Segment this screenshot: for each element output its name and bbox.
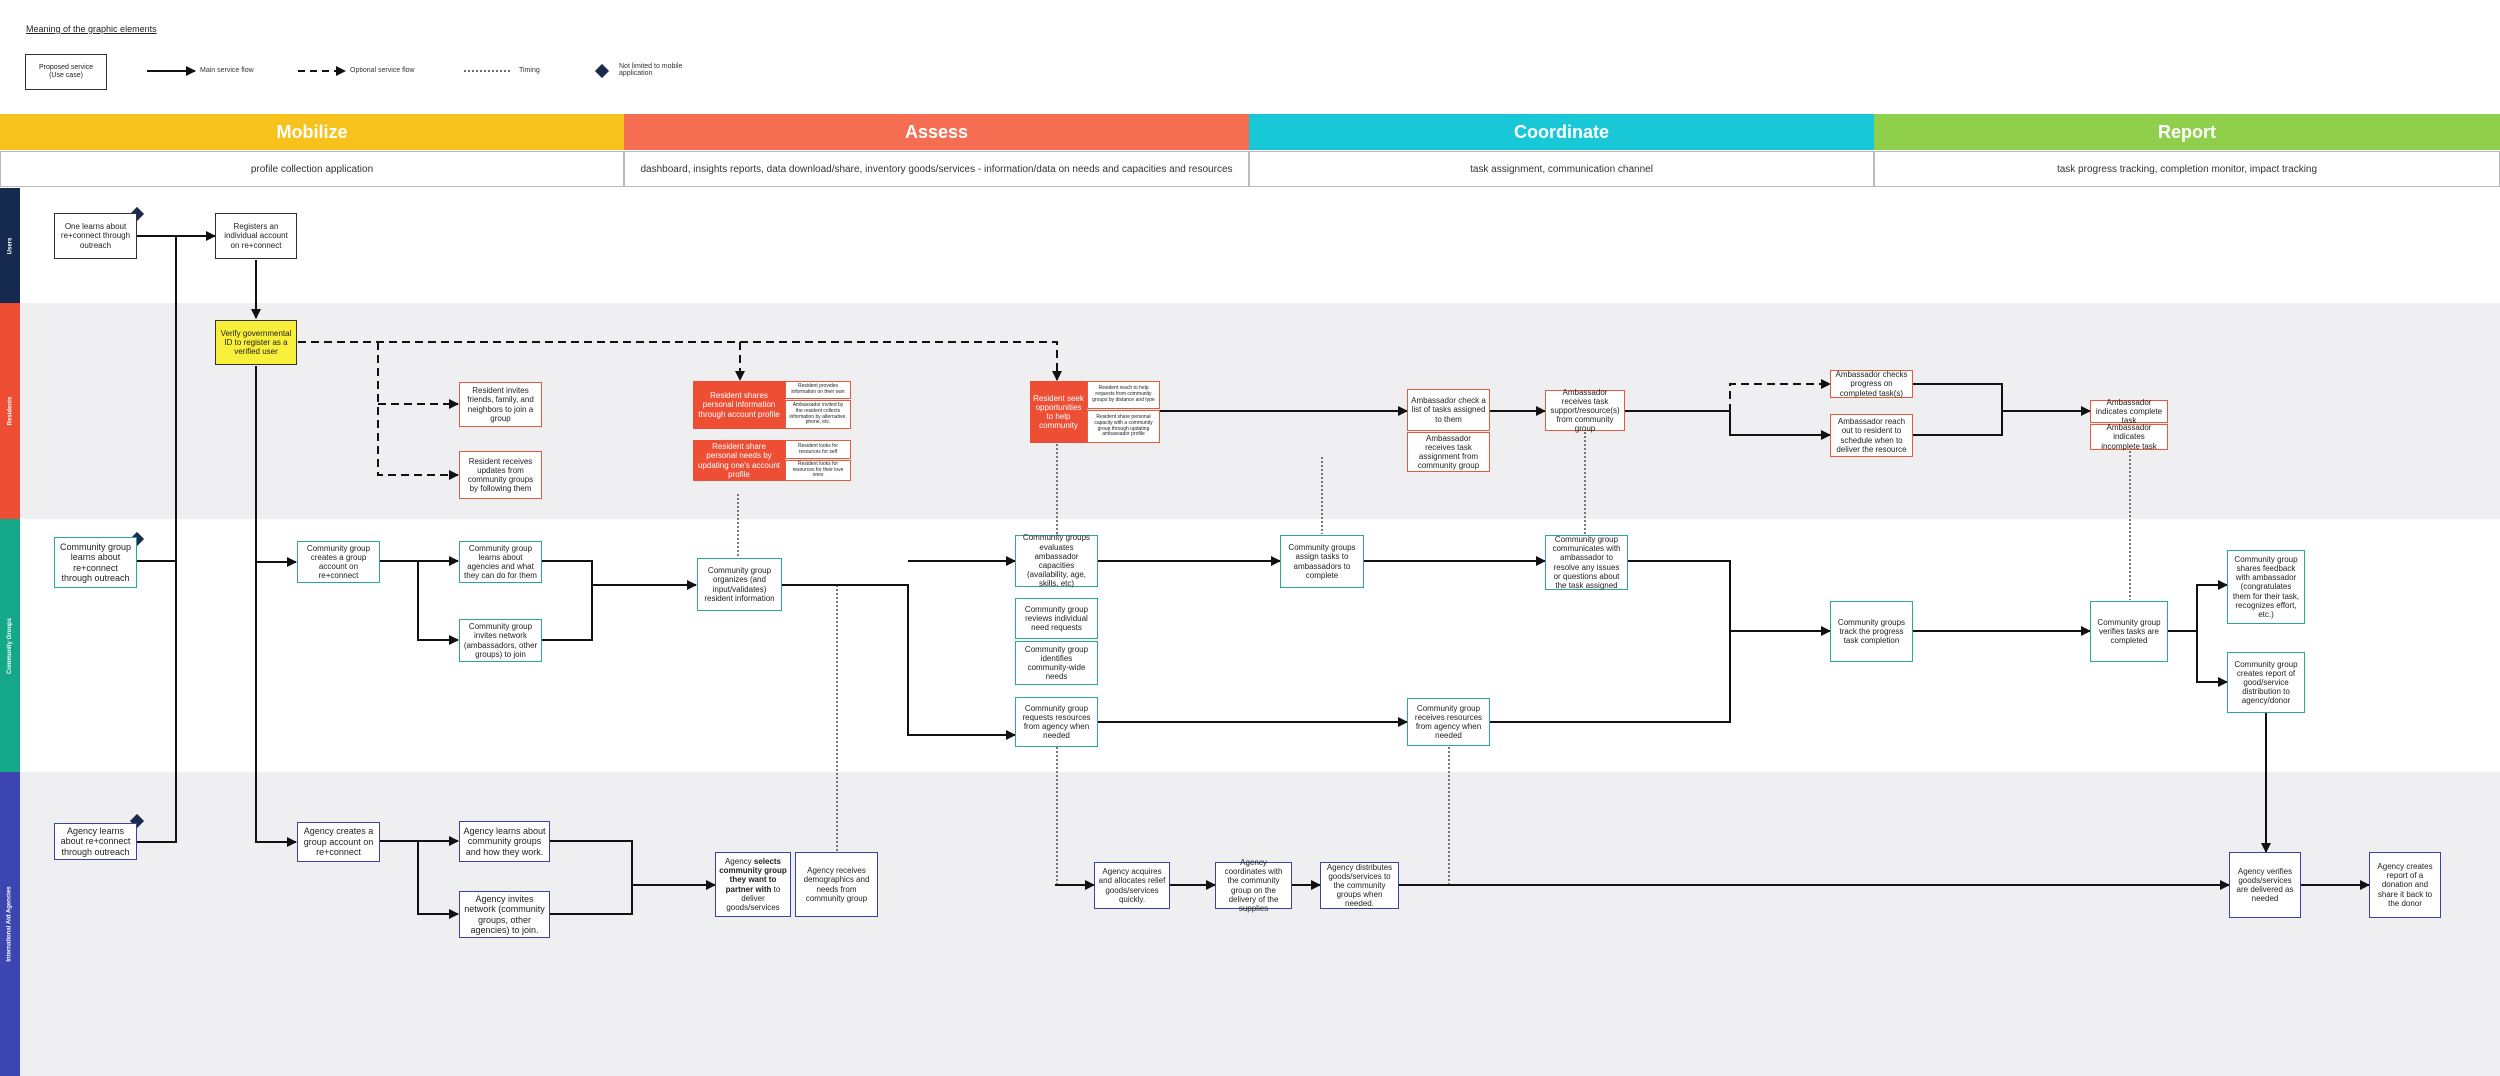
- node-cg-requests: Community group requests resources from …: [1015, 697, 1098, 747]
- lane-label-users: Users: [7, 237, 13, 254]
- lane-band-agencies: [0, 772, 2500, 1076]
- node-cg-reviews: Community group reviews individual need …: [1015, 598, 1098, 639]
- node-resident-shares-needs: Resident share personal needs by updatin…: [693, 440, 785, 481]
- node-cg-assign: Community groups assign tasks to ambassa…: [1280, 535, 1364, 588]
- node-agency-verifies: Agency verifies goods/services are deliv…: [2229, 852, 2301, 918]
- node-resident-seeks-a: Resident reach to help requests from com…: [1087, 381, 1160, 409]
- node-ambassador-incomplete: Ambassador indicates incomplete task: [2090, 423, 2168, 451]
- node-resident-seeks-b: Resident share personal capacity with a …: [1087, 410, 1160, 443]
- node-ambassador-complete: Ambassador indicates complete task: [2090, 398, 2168, 425]
- node-resident-seeks: Resident seek opportunities to help comm…: [1030, 381, 1087, 443]
- legend-not-limited-label: Not limited to mobile application: [619, 63, 683, 77]
- node-agency-coordinates: Agency coordinates with the community gr…: [1215, 858, 1292, 913]
- node-cg-evaluates: Community groups evaluates ambassador ca…: [1015, 533, 1098, 588]
- node-resident-shares-info: Resident shares personal information thr…: [693, 381, 785, 429]
- node-resident-shares-needs-a: Resident looks for resources for self: [785, 440, 851, 459]
- node-ambassador-reach-out: Ambassador reach out to resident to sche…: [1830, 414, 1913, 457]
- node-agency-learns-groups: Agency learns about community groups and…: [459, 821, 550, 862]
- node-agency-creates-account: Agency creates a group account on re+con…: [297, 822, 380, 862]
- node-resident-shares-info-a: Resident provides information on their o…: [785, 381, 851, 399]
- phase-assess: Assess: [624, 114, 1249, 150]
- phase-assess-subtitle: dashboard, insights reports, data downlo…: [624, 151, 1249, 187]
- phase-coordinate-subtitle: task assignment, communication channel: [1249, 151, 1874, 187]
- node-resident-shares-needs-b: Resident looks for resources for their l…: [785, 460, 851, 481]
- node-ambassador-receives-assignment: Ambassador receives task assignment from…: [1407, 432, 1490, 472]
- node-cg-creates-account: Community group creates a group account …: [297, 541, 380, 583]
- legend-title: Meaning of the graphic elements: [26, 24, 157, 34]
- node-ambassador-receives-support: Ambassador receives task support/resourc…: [1545, 388, 1625, 433]
- node-resident-updates: Resident receives updates from community…: [459, 451, 542, 499]
- phase-mobilize: Mobilize: [0, 114, 624, 150]
- node-agency-invites: Agency invites network (community groups…: [459, 891, 550, 938]
- lane-label-community: Community Groups: [7, 617, 14, 674]
- node-cg-feedback: Community group shares feedback with amb…: [2227, 550, 2305, 624]
- node-user-registers: Registers an individual account on re+co…: [215, 213, 297, 259]
- node-cg-report: Community group creates report of good/s…: [2227, 652, 2305, 713]
- node-verify-id: Verify governmental ID to register as a …: [215, 320, 297, 365]
- phase-coordinate: Coordinate: [1249, 114, 1874, 150]
- node-cg-receives-resources: Community group receives resources from …: [1407, 698, 1490, 746]
- node-cg-invites: Community group invites network (ambassa…: [459, 619, 542, 662]
- node-cg-communicates: Community group communicates with ambass…: [1545, 535, 1628, 590]
- node-cg-identifies: Community group identifies community-wid…: [1015, 641, 1098, 685]
- node-cg-learns-agencies: Community group learns about agencies an…: [459, 541, 542, 583]
- node-user-learns: One learns about re+connect through outr…: [54, 213, 137, 259]
- node-cg-organizes: Community group organizes (and input/val…: [697, 558, 782, 611]
- legend-timing-label: Timing: [519, 67, 540, 74]
- node-agency-selects: Agency selects community group they want…: [715, 852, 791, 917]
- node-agency-distributes: Agency distributes goods/services to the…: [1320, 862, 1399, 909]
- node-ambassador-check-list: Ambassador check a list of tasks assigne…: [1407, 389, 1490, 431]
- node-ambassador-checks-progress: Ambassador checks progress on completed …: [1830, 370, 1913, 398]
- node-agency-receives-demographics: Agency receives demographics and needs f…: [795, 852, 878, 917]
- node-agency-acquires: Agency acquires and allocates relief goo…: [1094, 862, 1170, 909]
- node-agency-learns: Agency learns about re+connect through o…: [54, 823, 137, 860]
- agency-selects-text: Agency selects community group they want…: [719, 856, 787, 912]
- node-cg-verifies: Community group verifies tasks are compl…: [2090, 601, 2168, 662]
- node-resident-invites: Resident invites friends, family, and ne…: [459, 382, 542, 427]
- phase-report-subtitle: task progress tracking, completion monit…: [1874, 151, 2500, 187]
- node-resident-shares-info-b: Ambassador invited by the resident colle…: [785, 400, 851, 429]
- legend-main-flow-label: Main service flow: [200, 67, 254, 74]
- phase-mobilize-subtitle: profile collection application: [0, 151, 624, 187]
- legend-proposed-service: Proposed service (Use case): [25, 54, 107, 90]
- legend-optional-flow-label: Optional service flow: [350, 67, 415, 74]
- node-cg-learns: Community group learns about re+connect …: [54, 537, 137, 588]
- phase-report: Report: [1874, 114, 2500, 150]
- lane-label-agencies: International Aid Agencies: [7, 886, 14, 962]
- node-agency-report: Agency creates report of a donation and …: [2369, 852, 2441, 918]
- lane-label-residents: Residents: [7, 396, 13, 426]
- node-cg-tracks: Community groups track the progress task…: [1830, 601, 1913, 662]
